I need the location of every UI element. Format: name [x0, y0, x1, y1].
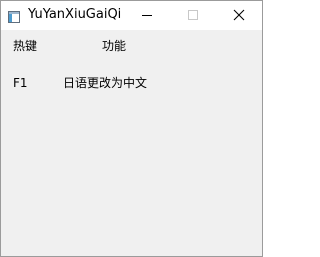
close-button[interactable]	[216, 1, 262, 30]
hotkey-column-header: 热键	[13, 39, 38, 53]
hotkey-cell: F1	[13, 76, 28, 90]
function-cell: 日语更改为中文	[63, 76, 148, 90]
minimize-button[interactable]	[124, 1, 170, 30]
maximize-icon	[188, 10, 198, 20]
app-window: YuYanXiuGaiQi 热键 功能 F1 日语更改为中文	[0, 0, 263, 257]
hotkey-panel: 热键 功能 F1 日语更改为中文	[1, 30, 262, 256]
app-window-icon[interactable]	[8, 8, 20, 23]
minimize-icon	[142, 15, 152, 16]
function-column-header: 功能	[102, 39, 127, 53]
title-bar[interactable]: YuYanXiuGaiQi	[1, 1, 262, 30]
window-title: YuYanXiuGaiQi	[28, 7, 122, 22]
close-icon	[233, 9, 245, 21]
maximize-button[interactable]	[170, 1, 216, 30]
